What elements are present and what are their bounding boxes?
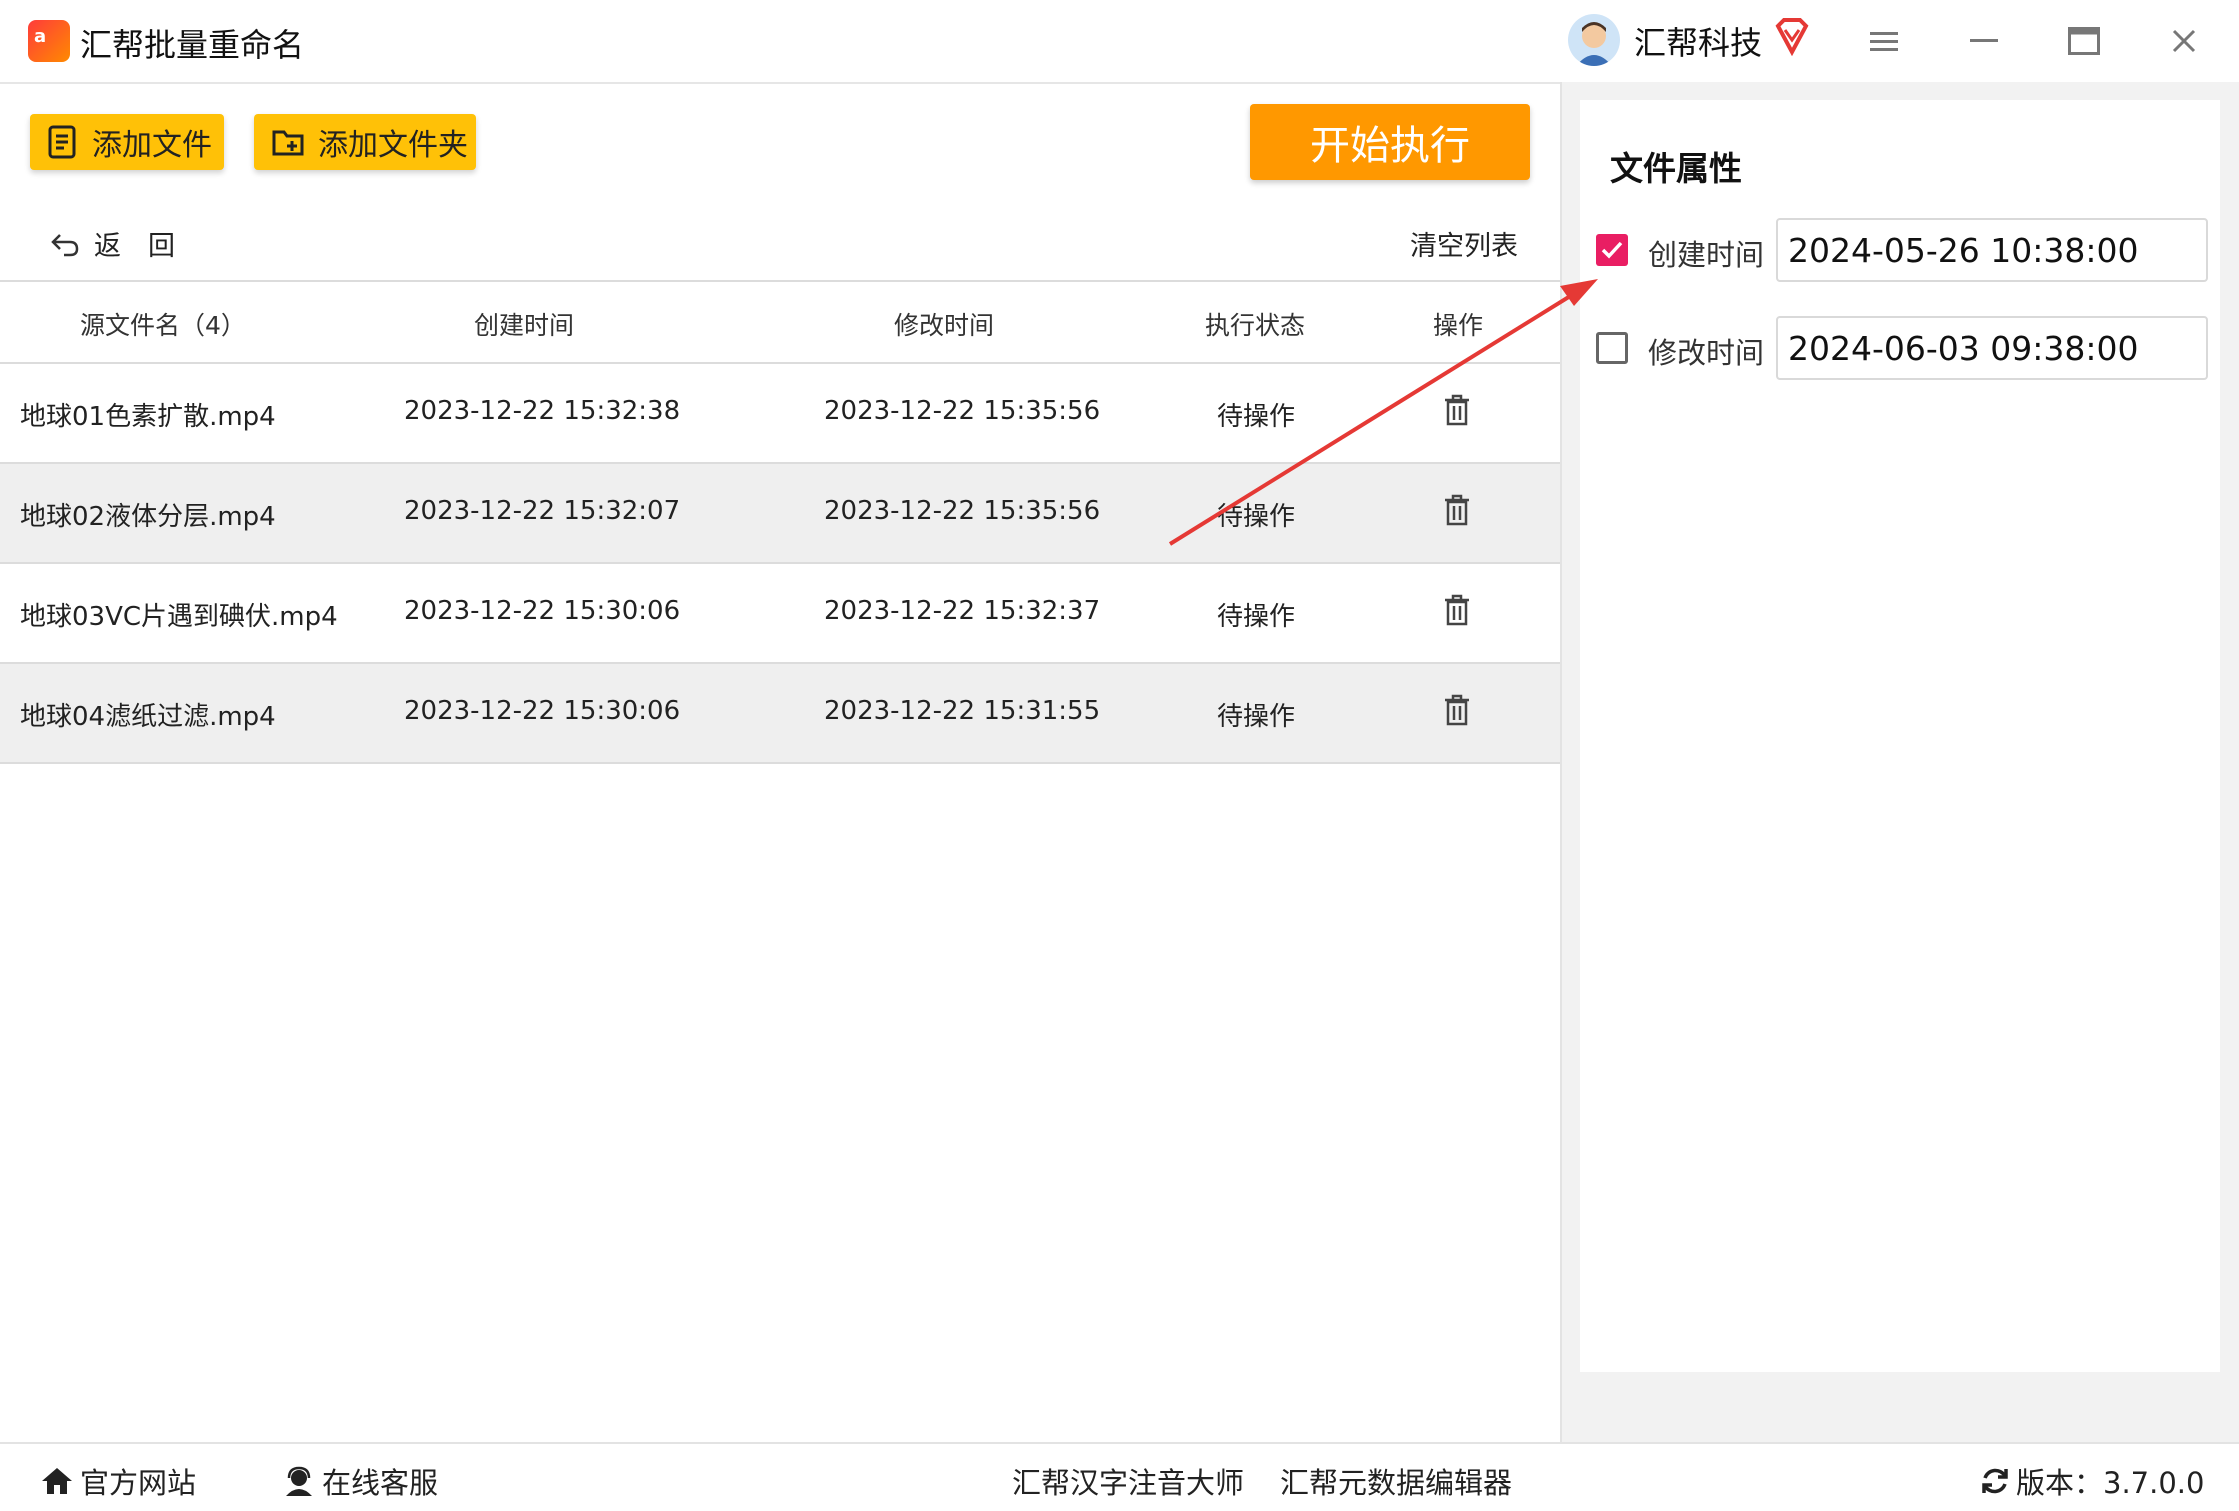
file-table: 源文件名（4） 创建时间 修改时间 执行状态 操作 地球01色素扩散.mp4 2… (0, 280, 1560, 764)
header-filename: 源文件名（4） (80, 311, 246, 340)
file-properties-panel (1580, 100, 2220, 1372)
cell-modified: 2023-12-22 15:35:56 (824, 496, 1101, 526)
version-info: 版本：3.7.0.0 (1980, 1460, 2204, 1502)
modified-time-checkbox[interactable] (1596, 332, 1628, 364)
cell-modified: 2023-12-22 15:31:55 (824, 696, 1101, 726)
cell-created: 2023-12-22 15:30:06 (404, 596, 681, 626)
trash-icon[interactable] (1443, 494, 1471, 530)
header-status: 执行状态 (1205, 311, 1306, 340)
back-label: 返 回 (94, 231, 175, 262)
add-file-label: 添加文件 (92, 128, 212, 163)
header-action: 操作 (1433, 311, 1484, 340)
back-button[interactable]: 返 回 (50, 224, 175, 263)
cell-created: 2023-12-22 15:32:38 (404, 396, 681, 426)
table-row[interactable]: 地球04滤纸过滤.mp4 2023-12-22 15:30:06 2023-12… (0, 664, 1560, 764)
trash-icon[interactable] (1443, 694, 1471, 730)
created-time-checkbox[interactable] (1596, 234, 1628, 266)
file-list-icon (48, 125, 76, 159)
title-bar: a 汇帮批量重命名 汇帮科技 (0, 0, 2239, 84)
cell-status: 待操作 (1217, 602, 1296, 632)
modified-time-input[interactable] (1776, 316, 2208, 380)
header-created: 创建时间 (474, 311, 575, 340)
add-file-button[interactable]: 添加文件 (30, 114, 224, 170)
cell-status: 待操作 (1217, 402, 1296, 432)
close-icon[interactable] (2161, 18, 2207, 64)
pinyin-tool-link[interactable]: 汇帮汉字注音大师 (1012, 1460, 1244, 1502)
start-button[interactable]: 开始执行 (1250, 104, 1530, 180)
app-logo: a (28, 20, 70, 62)
support-label: 在线客服 (322, 1466, 439, 1500)
table-header: 源文件名（4） 创建时间 修改时间 执行状态 操作 (0, 280, 1560, 364)
refresh-icon (1982, 1468, 2008, 1494)
table-row[interactable]: 地球03VC片遇到碘伏.mp4 2023-12-22 15:30:06 2023… (0, 564, 1560, 664)
version-label: 版本：3.7.0.0 (2016, 1466, 2205, 1500)
header-modified: 修改时间 (894, 311, 995, 340)
table-row[interactable]: 地球02液体分层.mp4 2023-12-22 15:32:07 2023-12… (0, 464, 1560, 564)
headset-icon (286, 1466, 312, 1496)
app-title: 汇帮批量重命名 (80, 26, 305, 64)
menu-icon[interactable] (1861, 18, 1907, 64)
cell-modified: 2023-12-22 15:35:56 (824, 396, 1101, 426)
panel-title: 文件属性 (1610, 149, 1742, 188)
home-icon (42, 1468, 72, 1494)
cell-created: 2023-12-22 15:30:06 (404, 696, 681, 726)
cell-status: 待操作 (1217, 502, 1296, 532)
add-folder-label: 添加文件夹 (318, 128, 468, 163)
website-label: 官方网站 (80, 1466, 197, 1500)
trash-icon[interactable] (1443, 394, 1471, 430)
created-time-label: 创建时间 (1648, 238, 1765, 272)
brand-name: 汇帮科技 (1634, 24, 1763, 62)
modified-time-label: 修改时间 (1648, 336, 1765, 370)
cell-filename: 地球01色素扩散.mp4 (20, 402, 276, 432)
avatar[interactable] (1568, 14, 1620, 66)
online-support-link[interactable]: 在线客服 (282, 1460, 438, 1502)
trash-icon[interactable] (1443, 594, 1471, 630)
maximize-icon[interactable] (2061, 18, 2107, 64)
clear-list-button[interactable]: 清空列表 (1410, 224, 1518, 263)
bottom-bar: 官方网站 在线客服 汇帮汉字注音大师 汇帮元数据编辑器 版本：3.7.0.0 (0, 1442, 2239, 1511)
cell-filename: 地球02液体分层.mp4 (20, 502, 276, 532)
official-website-link[interactable]: 官方网站 (40, 1460, 196, 1502)
checkmark-icon (1601, 241, 1623, 259)
metadata-tool-link[interactable]: 汇帮元数据编辑器 (1280, 1460, 1512, 1502)
add-folder-button[interactable]: 添加文件夹 (254, 114, 476, 170)
vip-diamond-icon[interactable] (1774, 16, 1810, 57)
cell-created: 2023-12-22 15:32:07 (404, 496, 681, 526)
created-time-input[interactable] (1776, 218, 2208, 282)
table-row[interactable]: 地球01色素扩散.mp4 2023-12-22 15:32:38 2023-12… (0, 364, 1560, 464)
minimize-icon[interactable] (1961, 18, 2007, 64)
back-arrow-icon (51, 233, 79, 256)
cell-filename: 地球03VC片遇到碘伏.mp4 (20, 602, 338, 632)
folder-add-icon (272, 130, 304, 156)
cell-status: 待操作 (1217, 702, 1296, 732)
cell-modified: 2023-12-22 15:32:37 (824, 596, 1101, 626)
cell-filename: 地球04滤纸过滤.mp4 (20, 702, 276, 732)
